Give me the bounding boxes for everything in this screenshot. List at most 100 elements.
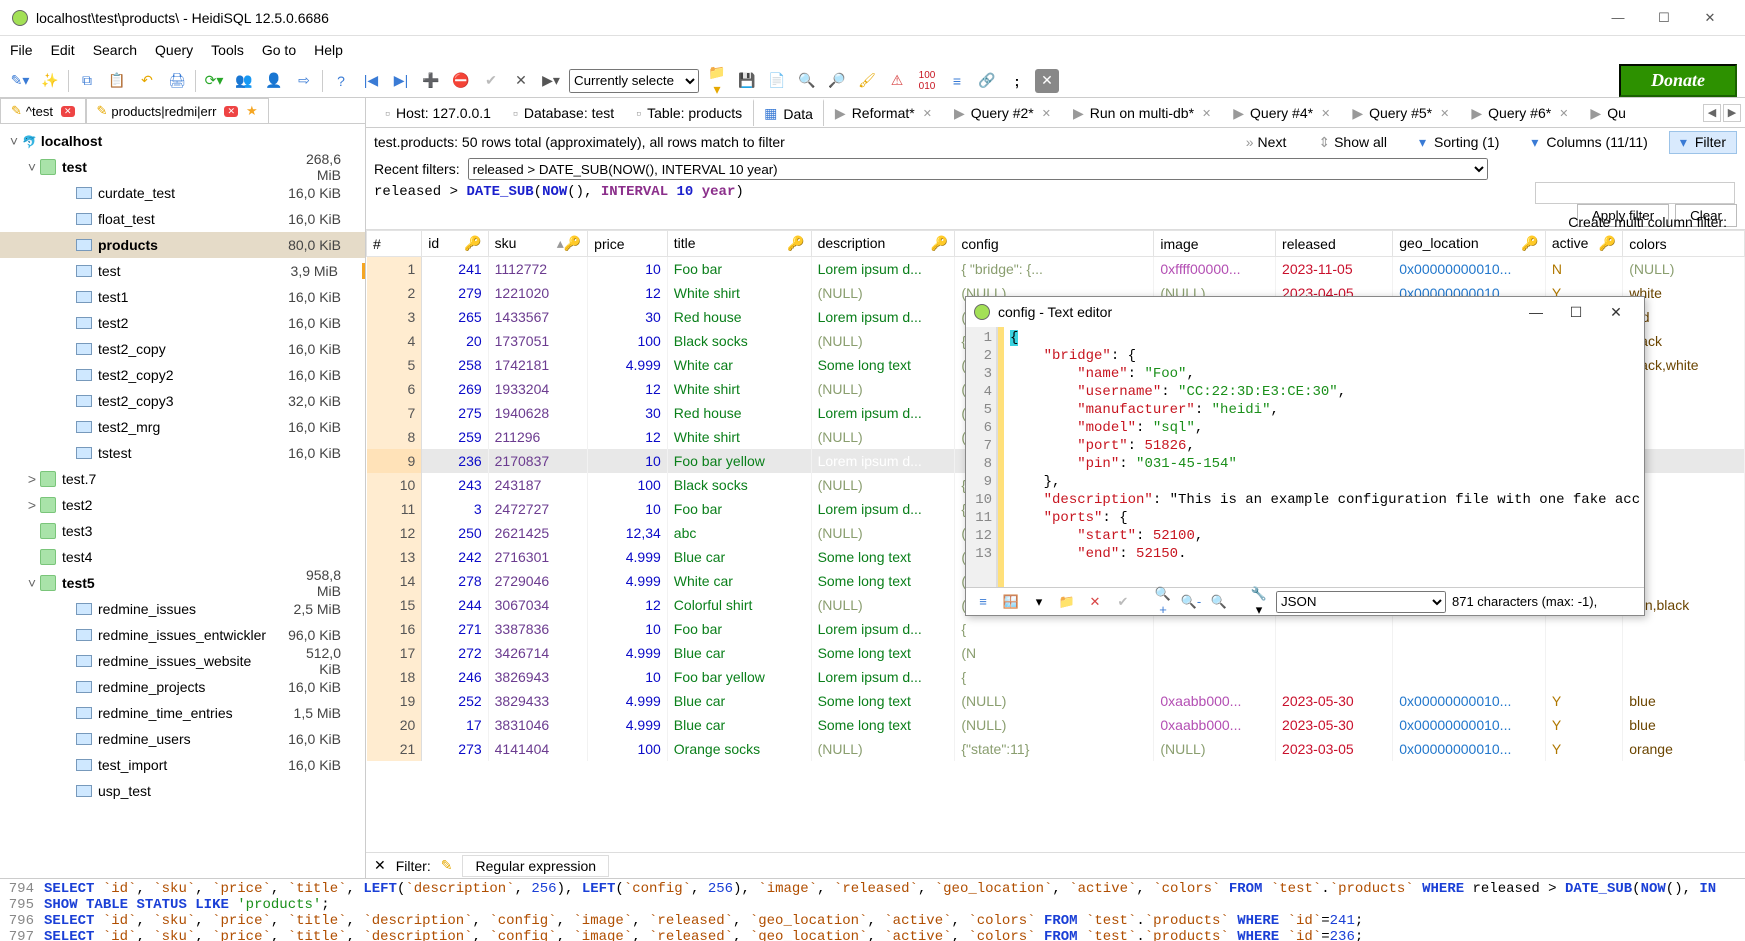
wrap-icon[interactable]: ≡ — [972, 594, 994, 609]
delete-icon[interactable]: ✕ — [1084, 594, 1106, 610]
tab-host--127-0-0-1[interactable]: ▫Host: 127.0.0.1 — [374, 99, 502, 126]
tree-table-redmine_issues[interactable]: redmine_issues2,5 MiB — [0, 596, 365, 622]
table-row[interactable]: 1241111277210Foo barLorem ipsum d...{ "b… — [367, 257, 1745, 281]
menu-go-to[interactable]: Go to — [262, 42, 296, 58]
tree-table-tstest[interactable]: tstest16,0 KiB — [0, 440, 365, 466]
minimize-button[interactable]: — — [1595, 10, 1641, 25]
tree-db-test3[interactable]: test3 — [0, 518, 365, 544]
editor-content[interactable]: { "bridge": { "name": "Foo", "username":… — [1004, 327, 1644, 587]
menu-search[interactable]: Search — [93, 42, 137, 58]
table-row[interactable]: 18246382694310Foo bar yellowLorem ipsum … — [367, 665, 1745, 689]
table-row[interactable]: 1727234267144.999Blue carSome long text(… — [367, 641, 1745, 665]
menu-edit[interactable]: Edit — [51, 42, 75, 58]
tree-table-test2_mrg[interactable]: test2_mrg16,0 KiB — [0, 414, 365, 440]
format-select[interactable]: JSON — [1276, 591, 1446, 613]
tab-data[interactable]: ▦Data — [753, 99, 824, 126]
toolbar-export-icon[interactable]: ⇨ — [292, 69, 316, 93]
next-button[interactable]: »Next — [1235, 131, 1298, 153]
donate-button[interactable]: Donate — [1619, 64, 1737, 97]
toolbar-run-icon[interactable]: ▶▾ — [539, 69, 563, 93]
close-icon[interactable]: ✕ — [1559, 107, 1568, 120]
tree-db-test2[interactable]: >test2 — [0, 492, 365, 518]
tree-table-usp_test[interactable]: usp_test — [0, 778, 365, 804]
toolbar-brush-icon[interactable]: 🖌 — [855, 69, 879, 93]
close-button[interactable]: ✕ — [1687, 10, 1733, 26]
toolbar-wrap-icon[interactable]: ≡ — [945, 69, 969, 93]
tab-query--6-[interactable]: ▶Query #6*✕ — [1460, 99, 1579, 126]
col-geo_location[interactable]: geo_location🔑 — [1393, 231, 1546, 257]
toolbar-warn-icon[interactable]: ⚠ — [885, 69, 909, 93]
toolbar-stop-icon[interactable]: ✕ — [1035, 69, 1059, 93]
tree-db-test[interactable]: ˅test268,6 MiB — [0, 154, 365, 180]
tree-table-test2[interactable]: test216,0 KiB — [0, 310, 365, 336]
tab-query--5-[interactable]: ▶Query #5*✕ — [1341, 99, 1460, 126]
session-tab-test[interactable]: ✎^test✕ — [0, 98, 86, 123]
maximize-button[interactable]: ☐ — [1641, 10, 1687, 26]
tree-table-redmine_issues_website[interactable]: redmine_issues_website512,0 KiB — [0, 648, 365, 674]
tree-db-test5[interactable]: ˅test5958,8 MiB — [0, 570, 365, 596]
menu-help[interactable]: Help — [314, 42, 343, 58]
toolbar-selection-dropdown[interactable]: Currently selecte — [569, 69, 699, 93]
toolbar-semicolon-icon[interactable]: ; — [1005, 69, 1029, 93]
recent-filters-select[interactable]: released > DATE_SUB(NOW(), INTERVAL 10 y… — [468, 158, 1488, 180]
toolbar-undo-icon[interactable]: ↶ — [135, 69, 159, 93]
tree-table-redmine_users[interactable]: redmine_users16,0 KiB — [0, 726, 365, 752]
close-icon[interactable]: ✕ — [923, 107, 932, 120]
toolbar-remove-icon[interactable]: ⛔ — [449, 69, 473, 93]
toolbar-print-icon[interactable]: 🖨 — [165, 69, 189, 93]
close-icon[interactable]: ✕ — [1321, 107, 1330, 120]
zoom-in-icon[interactable]: 🔍+ — [1152, 586, 1174, 617]
menu-query[interactable]: Query — [155, 42, 193, 58]
toolbar-add-icon[interactable]: ➕ — [419, 69, 443, 93]
col-released[interactable]: released — [1276, 231, 1393, 257]
session-tab-products[interactable]: ✎products|redmi|err✕★ — [86, 98, 269, 123]
toolbar-pencil-icon[interactable]: ✎▾ — [8, 69, 32, 93]
tab-query--2-[interactable]: ▶Query #2*✕ — [943, 99, 1062, 126]
close-icon[interactable]: ✕ — [224, 106, 238, 117]
col-active[interactable]: active🔑 — [1545, 231, 1622, 257]
tab-qu[interactable]: ▶Qu — [1579, 99, 1636, 126]
popup-close-button[interactable]: ✕ — [1596, 304, 1636, 321]
tab-scroll-right[interactable]: ▶ — [1723, 104, 1741, 122]
toolbar-link-icon[interactable]: 🔗 — [975, 69, 999, 93]
col-title[interactable]: title🔑 — [667, 231, 811, 257]
toolbar-wand-icon[interactable]: ✨ — [38, 69, 62, 93]
text-editor-popup[interactable]: config - Text editor — ☐ ✕ 1234567891011… — [965, 296, 1645, 616]
dropdown-icon[interactable]: ▾ — [1028, 594, 1050, 610]
tree-table-test[interactable]: test3,9 MiB — [0, 258, 365, 284]
col-#[interactable]: # — [367, 231, 422, 257]
toolbar-save-icon[interactable]: 💾 — [735, 69, 759, 93]
close-icon[interactable]: ✕ — [1042, 107, 1051, 120]
close-icon[interactable]: ✕ — [61, 106, 75, 117]
tree-table-test2_copy[interactable]: test2_copy16,0 KiB — [0, 336, 365, 362]
toolbar-help-icon[interactable]: ? — [329, 69, 353, 93]
table-row[interactable]: 212734141404100Orange socks(NULL){"state… — [367, 737, 1745, 761]
toolbar-folder-icon[interactable]: 📁▾ — [705, 69, 729, 93]
table-row[interactable]: 16271338783610Foo barLorem ipsum d...{ — [367, 617, 1745, 641]
col-price[interactable]: price — [588, 231, 668, 257]
toolbar-last-icon[interactable]: ▶| — [389, 69, 413, 93]
toolbar-snippet-icon[interactable]: 📄 — [765, 69, 789, 93]
tree-table-test1[interactable]: test116,0 KiB — [0, 284, 365, 310]
close-icon[interactable]: ✕ — [1440, 107, 1449, 120]
col-colors[interactable]: colors — [1623, 231, 1745, 257]
toolbar-refresh-icon[interactable]: ⟳▾ — [202, 69, 226, 93]
tree-table-redmine_projects[interactable]: redmine_projects16,0 KiB — [0, 674, 365, 700]
toolbar-find-icon[interactable]: 🔍 — [795, 69, 819, 93]
wrench-icon[interactable]: 🔧▾ — [1248, 586, 1270, 618]
col-image[interactable]: image — [1154, 231, 1276, 257]
filter-dropdown[interactable]: Filter — [1669, 131, 1737, 154]
tree-db-test.7[interactable]: >test.7 — [0, 466, 365, 492]
folder-icon[interactable]: 📁 — [1056, 594, 1078, 610]
tab-run-on-multi-db-[interactable]: ▶Run on multi-db*✕ — [1062, 99, 1222, 126]
tab-table--products[interactable]: ▫Table: products — [625, 99, 753, 126]
col-description[interactable]: description🔑 — [811, 231, 955, 257]
popup-minimize-button[interactable]: — — [1516, 304, 1556, 320]
sql-log[interactable]: 794SELECT `id`, `sku`, `price`, `title`,… — [0, 878, 1745, 941]
filter-option[interactable]: Regular expression — [462, 855, 609, 877]
toolbar-cancel-icon[interactable]: ✕ — [509, 69, 533, 93]
col-id[interactable]: id🔑 — [422, 231, 488, 257]
close-icon[interactable]: ✕ — [1202, 107, 1211, 120]
toolbar-paste-icon[interactable]: 📋 — [105, 69, 129, 93]
toolbar-find2-icon[interactable]: 🔎 — [825, 69, 849, 93]
